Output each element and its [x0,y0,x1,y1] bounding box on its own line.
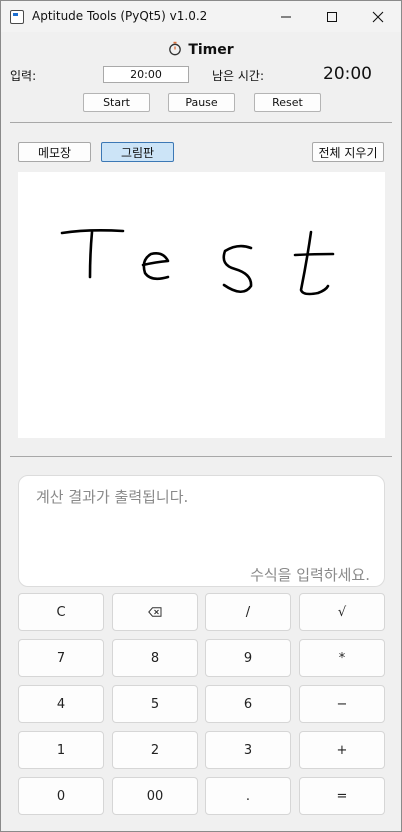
key-decimal[interactable]: . [205,777,291,815]
app-icon [10,10,24,24]
remaining-time-label: 남은 시간: [212,69,265,83]
key-8[interactable]: 8 [112,639,198,677]
drawing-canvas[interactable] [18,172,385,438]
key-4[interactable]: 4 [18,685,104,723]
key-3[interactable]: 3 [205,731,291,769]
start-button[interactable]: Start [83,93,150,112]
key-00[interactable]: 00 [112,777,198,815]
key-1[interactable]: 1 [18,731,104,769]
stroke-letter-t [293,252,335,257]
app-window: Aptitude Tools (PyQt5) v1.0.2 Timer 입력: … [0,0,402,832]
title-bar[interactable]: Aptitude Tools (PyQt5) v1.0.2 [1,1,401,32]
tab-memo[interactable]: 메모장 [18,142,91,162]
key-sqrt[interactable]: √ [299,593,385,631]
expression-input[interactable]: 수식을 입력하세요. [250,564,370,585]
key-2[interactable]: 2 [112,731,198,769]
clear-all-button[interactable]: 전체 지우기 [312,142,384,162]
key-minus[interactable]: − [299,685,385,723]
key-equals[interactable]: = [299,777,385,815]
window-title: Aptitude Tools (PyQt5) v1.0.2 [32,9,208,23]
separator [10,122,392,123]
pause-button[interactable]: Pause [168,93,235,112]
timer-input-label: 입력: [10,69,37,83]
key-plus[interactable]: + [299,731,385,769]
key-9[interactable]: 9 [205,639,291,677]
result-output: 계산 결과가 출력됩니다. [36,488,189,506]
stroke-letter-s [222,244,253,294]
timer-input[interactable] [103,66,189,83]
timer-title: Timer [1,41,401,58]
close-icon [372,11,384,22]
maximize-icon [327,11,337,22]
key-divide[interactable]: / [205,593,291,631]
key-multiply[interactable]: * [299,639,385,677]
minimize-icon [281,16,291,17]
remaining-time-value: 20:00 [323,64,372,84]
minimize-button[interactable] [263,1,309,32]
reset-button[interactable]: Reset [254,93,321,112]
calculator-display: 계산 결과가 출력됩니다. 수식을 입력하세요. [18,475,385,587]
key-7[interactable]: 7 [18,639,104,677]
maximize-button[interactable] [309,1,355,32]
key-6[interactable]: 6 [205,685,291,723]
key-backspace[interactable] [112,593,198,631]
stroke-letter-t [299,230,330,296]
close-button[interactable] [355,1,401,32]
drawing-strokes [60,229,335,296]
timer-title-text: Timer [188,42,234,58]
tab-drawing[interactable]: 그림판 [101,142,174,162]
separator [10,456,392,457]
stroke-letter-t [88,230,94,279]
stopwatch-icon [169,41,182,56]
backspace-icon [148,607,162,617]
key-5[interactable]: 5 [112,685,198,723]
key-0[interactable]: 0 [18,777,104,815]
stroke-letter-e [141,252,170,281]
key-clear[interactable]: C [18,593,104,631]
